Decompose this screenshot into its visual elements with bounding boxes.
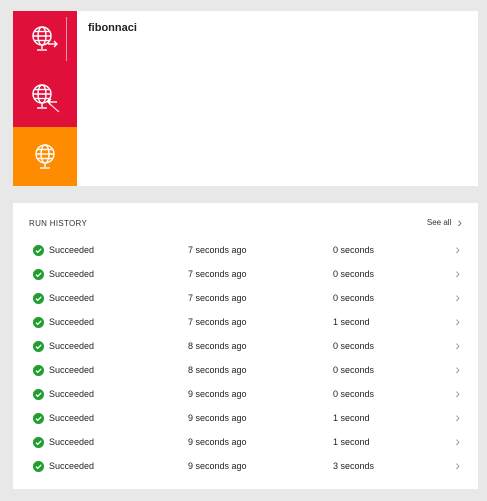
- run-row[interactable]: Succeeded 7 seconds ago 0 seconds ›: [13, 240, 478, 264]
- run-status: Succeeded: [49, 341, 95, 351]
- success-check-icon: [33, 461, 44, 472]
- run-duration: 0 seconds: [333, 269, 375, 279]
- success-check-icon: [33, 245, 44, 256]
- tile-divider: [66, 17, 67, 61]
- run-duration: 1 second: [333, 413, 370, 423]
- success-check-icon: [33, 413, 44, 424]
- run-status: Succeeded: [49, 389, 95, 399]
- success-check-icon: [33, 293, 44, 304]
- success-check-icon: [33, 341, 44, 352]
- run-row[interactable]: Succeeded 7 seconds ago 0 seconds ›: [13, 288, 478, 312]
- run-duration: 0 seconds: [333, 365, 375, 375]
- chevron-right-icon: ›: [455, 385, 460, 401]
- run-start-time: 7 seconds ago: [188, 245, 247, 255]
- chevron-right-icon: ›: [455, 289, 460, 305]
- run-status: Succeeded: [49, 245, 95, 255]
- run-duration: 1 second: [333, 437, 370, 447]
- workflow-summary-panel: fibonnaci: [13, 11, 478, 186]
- success-check-icon: [33, 365, 44, 376]
- see-all-label: See all: [426, 217, 452, 227]
- run-duration: 1 second: [333, 317, 370, 327]
- run-start-time: 7 seconds ago: [188, 269, 247, 279]
- chevron-right-icon: ›: [455, 409, 460, 425]
- chevron-right-icon: ›: [455, 361, 460, 377]
- run-start-time: 8 seconds ago: [188, 341, 247, 351]
- chevron-right-icon: ›: [457, 214, 462, 230]
- run-history-title: RUN HISTORY: [29, 219, 88, 228]
- chevron-right-icon: ›: [455, 433, 460, 449]
- success-check-icon: [33, 317, 44, 328]
- workflow-name: fibonnaci: [88, 22, 137, 34]
- run-start-time: 7 seconds ago: [188, 293, 247, 303]
- chevron-right-icon: ›: [455, 457, 460, 473]
- success-check-icon: [33, 269, 44, 280]
- run-row[interactable]: Succeeded 9 seconds ago 0 seconds ›: [13, 384, 478, 408]
- run-status: Succeeded: [49, 269, 95, 279]
- run-status: Succeeded: [49, 413, 95, 423]
- run-status: Succeeded: [49, 461, 95, 471]
- run-duration: 0 seconds: [333, 293, 375, 303]
- run-duration: 0 seconds: [333, 245, 375, 255]
- run-history-panel: RUN HISTORY See all › Succeeded 7 second…: [13, 203, 478, 489]
- trigger-tile[interactable]: [13, 11, 77, 67]
- response-tile[interactable]: [13, 127, 77, 186]
- run-row[interactable]: Succeeded 7 seconds ago 0 seconds ›: [13, 264, 478, 288]
- run-row[interactable]: Succeeded 8 seconds ago 0 seconds ›: [13, 336, 478, 360]
- chevron-right-icon: ›: [455, 313, 460, 329]
- run-start-time: 9 seconds ago: [188, 461, 247, 471]
- chevron-right-icon: ›: [455, 265, 460, 281]
- run-status: Succeeded: [49, 317, 95, 327]
- run-status: Succeeded: [49, 293, 95, 303]
- run-duration: 0 seconds: [333, 389, 375, 399]
- run-start-time: 7 seconds ago: [188, 317, 247, 327]
- run-start-time: 9 seconds ago: [188, 437, 247, 447]
- run-duration: 3 seconds: [333, 461, 375, 471]
- chevron-right-icon: ›: [455, 337, 460, 353]
- run-start-time: 9 seconds ago: [188, 413, 247, 423]
- globe-arrow-in-icon: [29, 81, 61, 113]
- run-row[interactable]: Succeeded 9 seconds ago 1 second ›: [13, 408, 478, 432]
- run-status: Succeeded: [49, 365, 95, 375]
- see-all-link[interactable]: See all ›: [427, 215, 462, 229]
- action-tile[interactable]: [13, 67, 77, 127]
- run-status: Succeeded: [49, 437, 95, 447]
- run-row[interactable]: Succeeded 9 seconds ago 3 seconds ›: [13, 456, 478, 480]
- chevron-right-icon: ›: [455, 241, 460, 257]
- run-row[interactable]: Succeeded 9 seconds ago 1 second ›: [13, 432, 478, 456]
- run-start-time: 9 seconds ago: [188, 389, 247, 399]
- run-row[interactable]: Succeeded 7 seconds ago 1 second ›: [13, 312, 478, 336]
- run-duration: 0 seconds: [333, 341, 375, 351]
- success-check-icon: [33, 389, 44, 400]
- run-row[interactable]: Succeeded 8 seconds ago 0 seconds ›: [13, 360, 478, 384]
- run-start-time: 8 seconds ago: [188, 365, 247, 375]
- globe-icon: [29, 141, 61, 173]
- globe-arrow-out-icon: [29, 23, 61, 55]
- success-check-icon: [33, 437, 44, 448]
